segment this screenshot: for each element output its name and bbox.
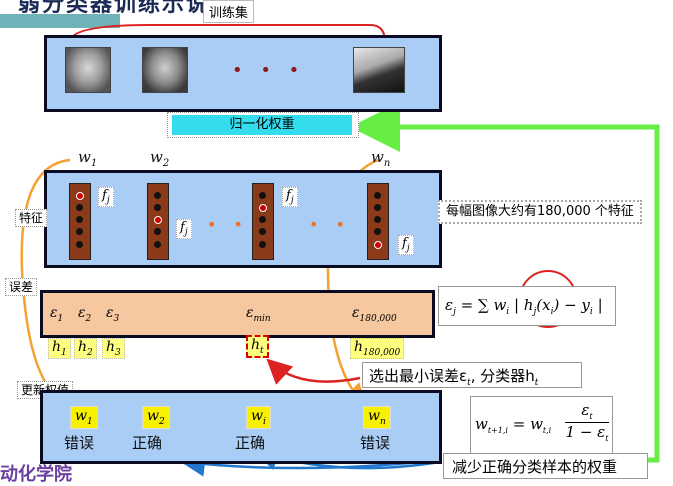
status-w1: 错误 <box>64 434 95 452</box>
status-w2: 正确 <box>132 434 163 452</box>
feature-column-2 <box>147 183 169 260</box>
eps-180000: ε180,000 <box>352 305 397 324</box>
feature-dots-2: • • <box>309 215 351 234</box>
weight-w2: w2 <box>150 148 170 169</box>
h-2: h2 <box>74 338 97 359</box>
eps-3: ε3 <box>106 305 120 324</box>
feature-fj-1: fj <box>98 187 114 207</box>
normalize-weights-label: 归一化权重 <box>172 115 352 135</box>
h-t-selected: ht <box>246 335 269 358</box>
feature-fj-2: fj <box>176 219 192 239</box>
eps-1: ε1 <box>50 305 64 324</box>
update-w1: w1 <box>70 406 98 429</box>
weight-w1: w1 <box>78 148 98 169</box>
feature-column-3 <box>252 183 274 260</box>
update-wn: wn <box>363 406 391 429</box>
h-180000: h180,000 <box>350 338 405 359</box>
feature-column-4 <box>367 183 389 260</box>
training-set-panel: • • • <box>44 35 442 112</box>
error-tag: 误差 <box>5 278 38 296</box>
h-3: h3 <box>102 338 125 359</box>
error-formula: εj = ∑ wi | hj(xi) − yi | <box>438 286 616 326</box>
eps-min: εmin <box>246 305 271 324</box>
status-wn: 错误 <box>360 434 391 452</box>
feature-fj-4: fj <box>398 235 414 255</box>
status-wi: 正确 <box>235 434 266 452</box>
eps-2: ε2 <box>78 305 92 324</box>
ellipsis: • • • <box>232 60 306 81</box>
face-image-2 <box>142 47 188 93</box>
select-min-error-note: 选出最小误差εt, 分类器ht <box>362 362 582 388</box>
face-image-1 <box>65 47 111 93</box>
update-wi: wi <box>246 406 271 429</box>
features-panel: • • • • <box>44 170 442 268</box>
h-1: h1 <box>48 338 71 359</box>
feature-tag: 特征 <box>15 209 48 227</box>
feature-count-note: 每幅图像大约有180,000 个特征 <box>438 200 642 224</box>
feature-column-1 <box>69 183 91 260</box>
normalize-weights-bar: 归一化权重 <box>167 112 359 138</box>
reduce-weights-note: 减少正确分类样本的权重 <box>443 453 648 479</box>
footer-partial: 动化学院 <box>0 464 72 485</box>
feature-fj-3: fj <box>282 187 298 207</box>
update-w2: w2 <box>142 406 170 429</box>
nonface-image <box>353 47 405 93</box>
update-formula: wt+1,i = wt,i εt 1 − εt <box>470 396 613 454</box>
feature-dots-1: • • <box>207 215 249 234</box>
weight-wn: wn <box>371 148 391 169</box>
